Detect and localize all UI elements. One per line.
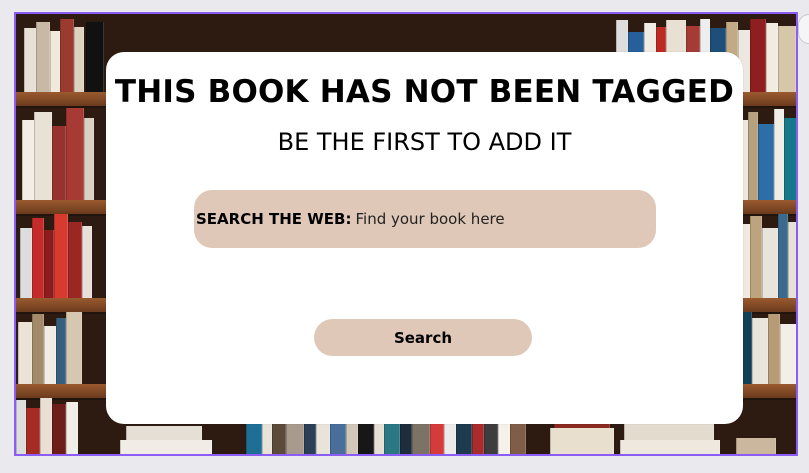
book-search-input[interactable]: [355, 210, 656, 228]
side-panel-handle[interactable]: [798, 14, 809, 44]
page-title: THIS BOOK HAS NOT BEEN TAGGED: [114, 74, 735, 110]
page-subtitle: BE THE FIRST TO ADD IT: [277, 128, 572, 156]
search-label: SEARCH THE WEB:: [196, 210, 352, 228]
web-search-field[interactable]: SEARCH THE WEB:: [194, 190, 656, 248]
not-tagged-card: THIS BOOK HAS NOT BEEN TAGGED BE THE FIR…: [106, 52, 743, 424]
design-canvas-frame[interactable]: THIS BOOK HAS NOT BEEN TAGGED BE THE FIR…: [14, 12, 798, 456]
search-button[interactable]: Search: [314, 319, 532, 356]
